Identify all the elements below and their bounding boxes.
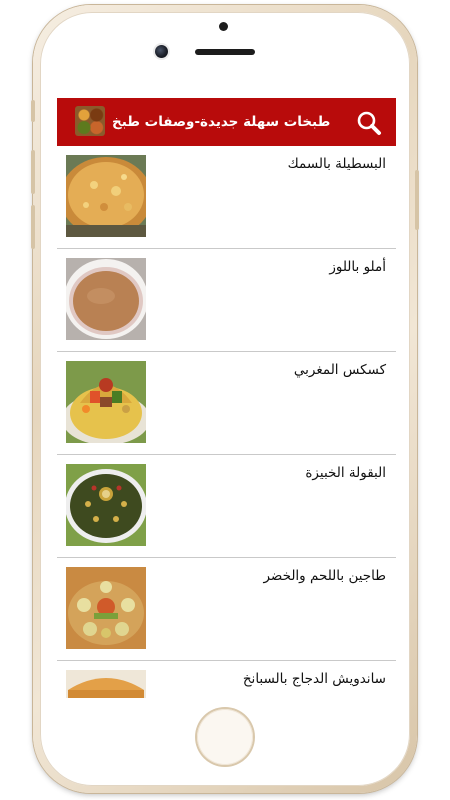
recipe-title: البقولة الخبيزة	[305, 465, 386, 481]
earpiece-speaker	[195, 49, 255, 55]
volume-down-button	[31, 205, 35, 249]
list-item[interactable]: ساندويش الدجاج بالسبانخ	[57, 661, 396, 698]
couscous-image	[66, 361, 146, 443]
list-item[interactable]: البقولة الخبيزة	[57, 455, 396, 558]
app-title: طبخات سهلة جديدة-وصفات طبخ	[112, 114, 331, 130]
front-camera	[155, 45, 168, 58]
recipe-title: ساندويش الدجاج بالسبانخ	[242, 671, 386, 687]
app-bar: طبخات سهلة جديدة-وصفات طبخ	[57, 98, 396, 146]
app-logo-icon	[75, 106, 105, 136]
list-item[interactable]: أملو باللوز	[57, 249, 396, 352]
recipe-title: البسطيلة بالسمك	[287, 156, 386, 172]
mute-switch	[31, 100, 35, 122]
recipe-title: كسكس المغربي	[293, 362, 386, 378]
recipe-title: أملو باللوز	[329, 259, 386, 275]
proximity-sensor	[219, 22, 228, 31]
sandwich-image	[66, 670, 146, 698]
tajine-image	[66, 567, 146, 649]
app-screen: طبخات سهلة جديدة-وصفات طبخ البسطيلة بالس…	[57, 98, 396, 698]
recipe-list: البسطيلة بالسمك أملو باللوز كسكس المغربي…	[57, 146, 396, 698]
pastilla-image	[66, 155, 146, 237]
recipe-title: طاجين باللحم والخضر	[263, 568, 386, 584]
power-button	[415, 170, 419, 230]
home-button[interactable]	[197, 709, 253, 765]
search-icon[interactable]	[356, 110, 382, 136]
amlou-image	[66, 258, 146, 340]
list-item[interactable]: كسكس المغربي	[57, 352, 396, 455]
list-item[interactable]: البسطيلة بالسمك	[57, 146, 396, 249]
list-item[interactable]: طاجين باللحم والخضر	[57, 558, 396, 661]
volume-up-button	[31, 150, 35, 194]
bakoula-image	[66, 464, 146, 546]
